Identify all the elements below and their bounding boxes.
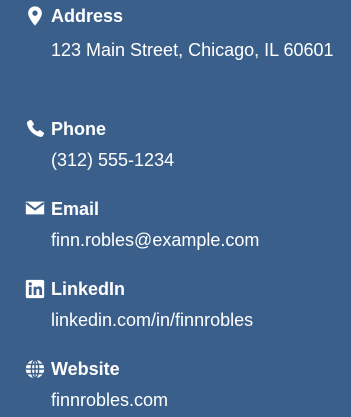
contact-item-website: Website finnrobles.com — [0, 0, 351, 417]
website-value[interactable]: finnrobles.com — [51, 386, 168, 414]
contact-list: Address 123 Main Street, Chicago, IL 606… — [0, 0, 351, 417]
globe-icon — [24, 358, 46, 380]
website-label: Website — [51, 359, 120, 379]
